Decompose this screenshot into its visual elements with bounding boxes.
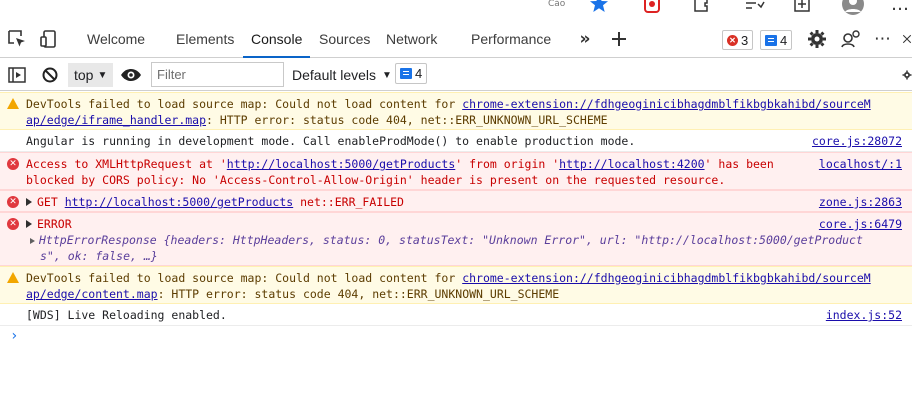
console-message-error[interactable]: ✕ GET http://localhost:5000/getProducts …	[0, 190, 912, 212]
message-text-tail: : HTTP error: status code 404, net::ERR_…	[157, 287, 560, 301]
settings-gear-icon[interactable]	[806, 28, 828, 50]
error-title: ERROR	[37, 217, 72, 231]
add-tab-plus-icon[interactable]	[608, 28, 630, 50]
tab-network[interactable]: Network	[386, 19, 437, 57]
device-toolbar-icon[interactable]	[38, 28, 60, 50]
levels-arrow-icon: ▼	[382, 69, 392, 81]
tab-console[interactable]: Console	[242, 19, 311, 58]
source-map-link[interactable]: chrome-extension://fdhgeoginicibhagdmblf…	[462, 271, 871, 285]
reading-list-icon[interactable]	[742, 0, 766, 16]
message-text: ' from origin '	[455, 157, 560, 171]
devtools-tab-bar: Welcome Elements Console Sources Network…	[0, 19, 912, 58]
source-link[interactable]: core.js:28072	[806, 133, 902, 149]
issues-icon	[400, 68, 412, 79]
console-prompt[interactable]: ›	[0, 326, 912, 346]
message-count-badge[interactable]: 4	[760, 30, 793, 50]
prompt-chevron-icon: ›	[10, 328, 19, 344]
message-text: Angular is running in development mode. …	[26, 134, 636, 148]
error-icon: ✕	[7, 158, 19, 170]
console-message-warning: DevTools failed to load source map: Coul…	[0, 92, 912, 130]
console-toolbar: top ▼ Default levels ▼ 4	[0, 59, 912, 91]
http-error-response[interactable]: HttpErrorResponse {headers: HttpHeaders,…	[39, 233, 863, 247]
message-text: DevTools failed to load source map: Coul…	[26, 97, 463, 111]
message-text-tail: : HTTP error: status code 404, net::ERR_…	[206, 113, 608, 127]
source-link[interactable]: index.js:52	[820, 307, 902, 323]
console-message-error: ✕ Access to XMLHttpRequest at 'http://lo…	[0, 152, 912, 190]
tab-performance[interactable]: Performance	[471, 19, 551, 57]
console-message-info: [WDS] Live Reloading enabled. index.js:5…	[0, 304, 912, 326]
source-link[interactable]: zone.js:2863	[812, 194, 902, 210]
error-icon: ✕	[7, 196, 19, 208]
source-link[interactable]: core.js:6479	[812, 216, 902, 232]
close-devtools-icon[interactable]	[902, 28, 912, 50]
profile-avatar-icon[interactable]	[840, 0, 866, 16]
message-text: DevTools failed to load source map: Coul…	[26, 271, 463, 285]
source-link[interactable]: localhost/:1	[812, 156, 902, 172]
source-map-link[interactable]: chrome-extension://fdhgeoginicibhagdmblf…	[462, 97, 871, 111]
tab-sources[interactable]: Sources	[319, 19, 370, 57]
puzzle-extensions-icon[interactable]	[690, 0, 712, 16]
show-sidebar-icon[interactable]	[7, 63, 27, 87]
more-options-icon[interactable]: ⋯	[872, 28, 894, 50]
warning-icon	[7, 98, 19, 109]
console-message-warning: DevTools failed to load source map: Coul…	[0, 266, 912, 304]
browser-toolbar-strip: Cảo …	[0, 0, 912, 18]
expand-triangle-icon[interactable]	[26, 198, 32, 206]
more-menu-icon[interactable]: …	[890, 0, 910, 16]
log-levels-label: Default levels	[292, 67, 377, 83]
message-icon	[765, 34, 777, 46]
profile-text: Cảo	[548, 0, 566, 9]
live-expression-eye-icon[interactable]	[120, 63, 142, 87]
source-map-link-continued[interactable]: ap/edge/iframe_handler.map	[26, 113, 206, 127]
expand-triangle-icon[interactable]	[26, 220, 32, 228]
collections-icon[interactable]	[792, 0, 814, 16]
filter-input[interactable]	[151, 62, 284, 87]
console-messages: DevTools failed to load source map: Coul…	[0, 92, 912, 346]
tab-elements[interactable]: Elements	[176, 19, 234, 57]
message-text: Access to XMLHttpRequest at '	[26, 157, 227, 171]
context-selector[interactable]: top ▼	[68, 63, 114, 87]
message-text: net::ERR_FAILED	[293, 195, 404, 209]
more-tabs-chevron-icon[interactable]: »	[574, 28, 596, 50]
request-method: GET	[37, 195, 65, 209]
request-url-link[interactable]: http://localhost:5000/getProducts	[227, 157, 455, 171]
error-icon: ✕	[7, 218, 19, 230]
console-message-info: Angular is running in development mode. …	[0, 130, 912, 152]
inspect-element-icon[interactable]	[6, 28, 28, 50]
message-text: ' has been	[704, 157, 774, 171]
message-text: [WDS] Live Reloading enabled.	[26, 308, 227, 322]
error-icon: ✕	[727, 34, 738, 46]
clear-console-icon[interactable]	[41, 63, 59, 87]
log-levels-dropdown[interactable]: Default levels ▼	[292, 63, 392, 87]
extension-icon[interactable]	[642, 0, 662, 16]
request-url-link[interactable]: http://localhost:5000/getProducts	[65, 195, 293, 209]
source-map-link-continued[interactable]: ap/edge/content.map	[26, 287, 158, 301]
message-count: 4	[780, 32, 788, 48]
origin-url-link[interactable]: http://localhost:4200	[559, 157, 704, 171]
message-text-line2: blocked by CORS policy: No 'Access-Contr…	[26, 173, 726, 187]
error-count: 3	[741, 32, 749, 48]
http-error-response-continued: s", ok: false, …}	[40, 249, 158, 263]
customize-devtools-icon[interactable]	[840, 28, 862, 50]
issues-badge[interactable]: 4	[395, 63, 428, 84]
expand-object-icon[interactable]	[30, 238, 35, 244]
console-settings-gear-icon[interactable]	[902, 63, 912, 87]
console-message-error[interactable]: ✕ ERROR HttpErrorResponse {headers: Http…	[0, 212, 912, 266]
issues-count: 4	[415, 66, 423, 81]
warning-icon	[7, 272, 19, 283]
dropdown-arrow-icon: ▼	[97, 69, 108, 81]
tab-welcome[interactable]: Welcome	[87, 19, 145, 57]
favorite-star-icon[interactable]	[588, 0, 610, 16]
error-count-badge[interactable]: ✕ 3	[722, 30, 754, 50]
context-value: top	[74, 67, 94, 83]
